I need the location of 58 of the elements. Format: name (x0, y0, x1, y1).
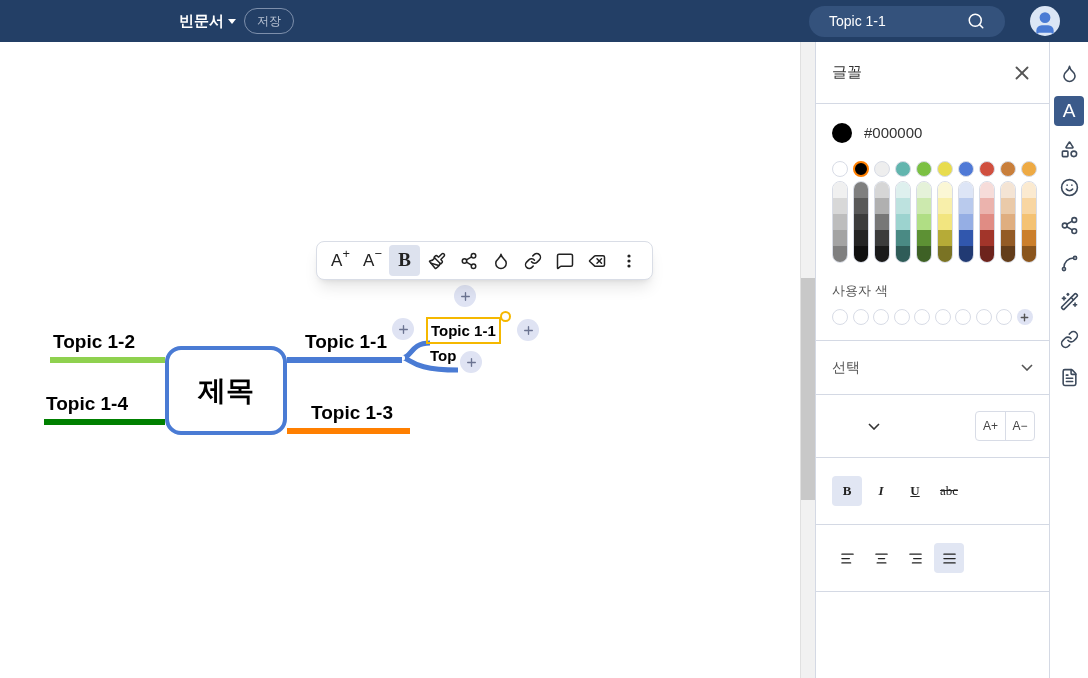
italic-style-button[interactable]: I (866, 476, 896, 506)
branch-icon (459, 251, 478, 270)
scrollbar-thumb[interactable] (801, 278, 815, 500)
plus-icon (396, 322, 410, 336)
underline-style-button[interactable]: U (900, 476, 930, 506)
link-icon (1059, 329, 1079, 349)
topic-label[interactable]: Topic 1-3 (311, 403, 393, 422)
bold-style-button[interactable]: B (832, 476, 862, 506)
add-color-button[interactable] (1016, 309, 1033, 325)
subtopic-label[interactable]: Top (430, 348, 457, 363)
font-size-button[interactable]: A− (1005, 412, 1034, 440)
search-icon (967, 12, 985, 30)
add-topic-button[interactable] (454, 285, 476, 307)
comment-icon (555, 251, 574, 270)
caret-icon (228, 18, 236, 24)
align-right-icon (907, 550, 923, 566)
font-up-button[interactable]: A$^{+}$ (325, 245, 356, 276)
search-field[interactable]: Topic 1-1 (809, 5, 1005, 37)
align-left-icon (839, 550, 855, 566)
plus-icon (458, 289, 472, 303)
add-topic-button[interactable] (392, 318, 414, 340)
color-swatch[interactable] (853, 160, 869, 177)
scrollbar[interactable] (800, 42, 815, 678)
subtopic-label[interactable]: Topic 1-1 (426, 317, 501, 344)
avatar-button[interactable] (1030, 6, 1060, 36)
resize-handle[interactable] (500, 311, 511, 322)
add-topic-button[interactable] (517, 319, 539, 341)
note-icon (1059, 367, 1079, 387)
more-icon (626, 253, 631, 268)
strike-style-button[interactable]: abc (934, 476, 964, 506)
topic-label[interactable]: Topic 1-2 (53, 332, 135, 351)
custom-colors-label: 사용자 색 (832, 281, 889, 300)
align-justify-button[interactable] (934, 543, 964, 573)
add-topic-button[interactable] (460, 351, 482, 373)
font-tool-button[interactable]: A (1054, 96, 1084, 126)
bold-button[interactable]: B (389, 245, 420, 276)
topic-label[interactable]: Topic 1-1 (305, 332, 387, 351)
central-topic[interactable]: 제목 (165, 346, 287, 435)
curve-icon (1059, 253, 1079, 273)
plus-icon (1019, 311, 1030, 323)
smiley-icon (1059, 177, 1079, 197)
font-down-button[interactable]: A$^{−}$ (357, 245, 388, 276)
align-center-icon (873, 550, 889, 566)
document-title-menu[interactable]: 빈문서 (179, 9, 236, 33)
topic-label[interactable]: Topic 1-4 (46, 394, 128, 413)
align-justify-icon (941, 550, 957, 566)
panel-title: 글꼴 (832, 62, 862, 83)
plus-icon (521, 323, 535, 337)
link-icon (523, 251, 542, 270)
chevron-down-icon (868, 422, 880, 430)
chevron-down-icon (1021, 364, 1033, 371)
plus-icon (464, 355, 478, 369)
color-hex-value: #000000 (864, 123, 923, 143)
magic-wand-icon (1059, 291, 1079, 311)
branch-icon (1059, 215, 1079, 235)
font-size-button[interactable]: A+ (976, 412, 1005, 440)
paintbrush-icon (427, 251, 446, 270)
shapes-icon (1059, 139, 1079, 159)
